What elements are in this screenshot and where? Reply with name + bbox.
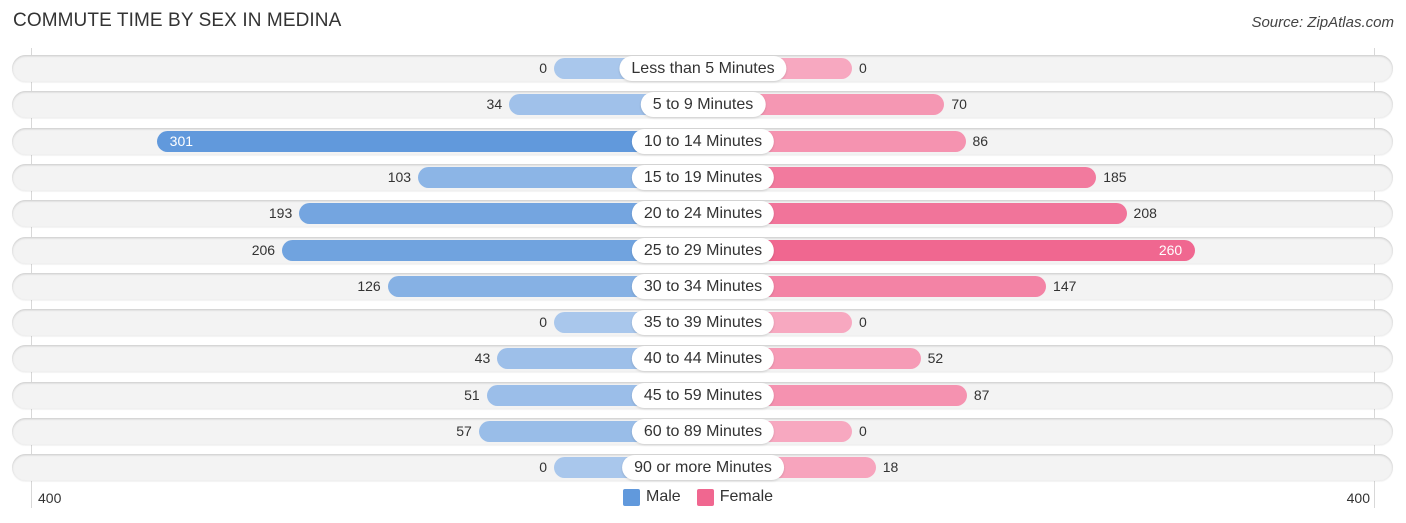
bar-female[interactable]	[703, 239, 1196, 261]
value-label-male: 301	[169, 132, 194, 149]
category-label: 10 to 14 Minutes	[631, 128, 775, 154]
value-label-female: 70	[951, 96, 967, 113]
bar-male[interactable]	[156, 130, 703, 152]
value-label-male: 126	[357, 277, 381, 294]
value-label-female: 52	[927, 350, 944, 367]
value-label-male: 51	[464, 386, 480, 403]
value-label-female: 87	[973, 386, 990, 403]
category-label: Less than 5 Minutes	[619, 56, 787, 81]
value-label-female: 86	[972, 132, 989, 149]
axis-left-label: 400	[38, 490, 62, 506]
category-label: 5 to 9 Minutes	[640, 92, 766, 118]
legend-swatch-male	[623, 488, 640, 506]
value-label-male: 0	[539, 60, 547, 76]
category-label: 15 to 19 Minutes	[631, 164, 775, 190]
category-label: 25 to 29 Minutes	[631, 237, 775, 263]
category-label: 30 to 34 Minutes	[631, 273, 775, 299]
category-label: 45 to 59 Minutes	[631, 382, 775, 408]
axis-right-label: 400	[1346, 490, 1370, 506]
legend-label-male: Male	[646, 488, 681, 505]
chart-title: COMMUTE TIME BY SEX IN MEDINA	[13, 10, 342, 31]
legend-swatch-female	[696, 488, 714, 506]
value-label-male: 0	[539, 459, 547, 476]
value-label-male: 43	[474, 350, 491, 367]
legend: Male Female	[623, 488, 789, 506]
source-label: Source: ZipAtlas.com	[1251, 14, 1394, 31]
category-label: 60 to 89 Minutes	[631, 419, 775, 444]
legend-item-female[interactable]: Female	[696, 488, 774, 506]
value-label-female: 208	[1133, 205, 1157, 222]
value-label-female: 0	[859, 60, 867, 76]
value-label-female: 147	[1053, 277, 1077, 294]
value-label-male: 34	[486, 96, 503, 113]
value-label-female: 0	[859, 314, 867, 331]
value-label-male: 57	[456, 423, 472, 439]
value-label-female: 18	[882, 459, 899, 476]
category-label: 35 to 39 Minutes	[631, 310, 775, 336]
category-label: 20 to 24 Minutes	[631, 201, 775, 227]
value-label-female: 0	[859, 423, 867, 439]
category-label: 40 to 44 Minutes	[631, 346, 775, 372]
value-label-female: 185	[1103, 168, 1127, 185]
legend-item-male[interactable]: Male	[623, 488, 681, 506]
legend-label-female: Female	[719, 488, 774, 505]
value-label-male: 206	[251, 241, 276, 258]
value-label-female: 260	[1158, 241, 1183, 258]
value-label-male: 193	[268, 205, 293, 222]
category-label: 90 or more Minutes	[622, 455, 784, 481]
value-label-male: 0	[539, 314, 547, 331]
value-label-male: 103	[387, 168, 412, 185]
